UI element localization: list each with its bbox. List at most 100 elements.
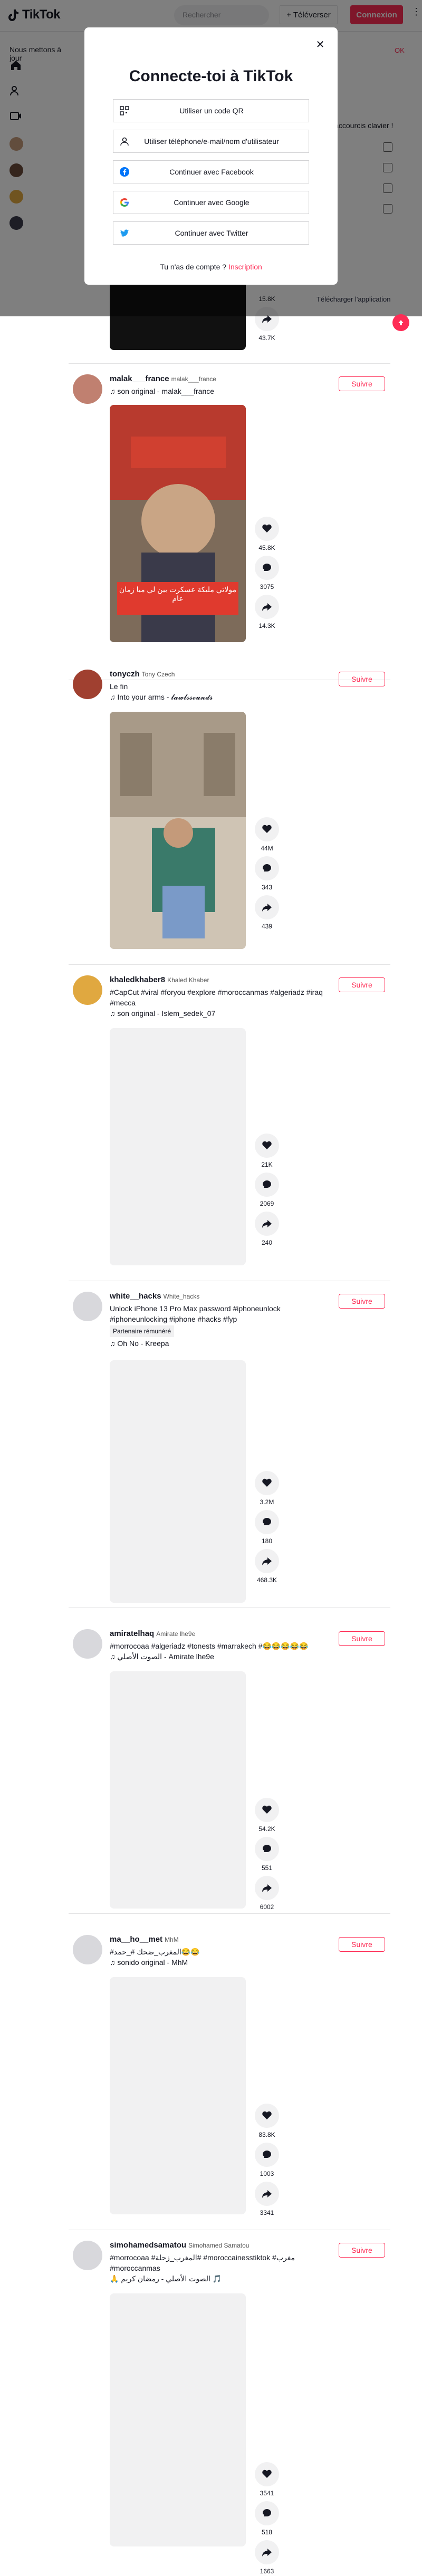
avatar[interactable] xyxy=(73,374,102,404)
twitter-login-option[interactable]: Continuer avec Twitter xyxy=(113,221,309,245)
follow-button[interactable]: Suivre xyxy=(339,672,385,686)
feed-post: ma__ho__met MhM #المغرب_ضحك #_حمد😂😂 ♫ soni… xyxy=(69,1924,390,2230)
post-description: #CapCut #viral #foryou #explore #morocca… xyxy=(110,987,331,1019)
post-nickname: Simohamed Samatou xyxy=(188,2242,250,2249)
avatar[interactable] xyxy=(73,1629,102,1659)
modal-title: Connecte-toi à TikTok xyxy=(129,67,293,85)
share-button[interactable] xyxy=(255,595,279,619)
scroll-to-top-button[interactable] xyxy=(392,314,409,331)
video-player[interactable]: مولاتي مليكة عسكرت بين لي ميا زمان عام xyxy=(110,405,246,642)
share-count: 468.3K xyxy=(256,1576,277,1584)
avatar[interactable] xyxy=(73,1292,102,1321)
follow-button[interactable]: Suivre xyxy=(339,2243,385,2258)
share-icon xyxy=(262,1220,272,1228)
signup-link[interactable]: Inscription xyxy=(228,263,262,271)
like-button[interactable] xyxy=(255,517,279,541)
post-actions: 21K 2069 240 xyxy=(254,1134,280,1247)
google-login-option[interactable]: Continuer avec Google xyxy=(113,191,309,214)
share-icon xyxy=(262,603,272,611)
music-link[interactable]: 🙏 الصوت الأصلي - رمضان كريم 🎵 xyxy=(110,2273,331,2284)
like-button[interactable] xyxy=(255,2462,279,2486)
post-actions: 54.2K 551 6002 xyxy=(254,1798,280,1912)
post-username[interactable]: malak___france malak___france xyxy=(110,374,216,383)
share-count: 43.7K xyxy=(258,334,275,342)
google-icon xyxy=(120,198,129,207)
music-link[interactable]: ♫ Into your arms - 𝓵𝓪𝔀𝓵𝓼𝓼𝓸𝓾𝓷𝓭𝓼 xyxy=(110,692,331,702)
share-count: 439 xyxy=(261,923,273,930)
comment-icon xyxy=(263,1180,271,1188)
share-button[interactable] xyxy=(255,2182,279,2206)
heart-icon xyxy=(262,524,272,532)
share-count: 6002 xyxy=(260,1903,274,1911)
comment-count: 518 xyxy=(261,2529,273,2536)
post-nickname: Tony Czech xyxy=(141,671,175,678)
post-username[interactable]: white__hacks White_hacks xyxy=(110,1292,199,1301)
phone-email-login-option[interactable]: Utiliser téléphone/e-mail/nom d'utilisat… xyxy=(113,130,309,153)
download-app-link[interactable]: Télécharger l'application xyxy=(316,295,391,303)
signup-prompt: Tu n'as de compte ? Inscription xyxy=(84,263,338,271)
post-username[interactable]: ma__ho__met MhM xyxy=(110,1935,179,1944)
post-username[interactable]: simohamedsamatou Simohamed Samatou xyxy=(110,2241,249,2250)
like-button[interactable] xyxy=(255,1471,279,1495)
like-count: 54.2K xyxy=(258,1825,275,1833)
comment-button[interactable] xyxy=(255,1510,279,1534)
post-description: #المغرب_ضحك #_حمد😂😂 ♫ sonido original - M… xyxy=(110,1946,331,1968)
music-link[interactable]: ♫ son original - Islem_sedek_07 xyxy=(110,1008,331,1019)
post-actions: 3.2M 180 468.3K xyxy=(254,1471,280,1585)
video-thumbnail xyxy=(110,712,246,949)
post-username[interactable]: khaledkhaber8 Khaled Khaber xyxy=(110,975,209,984)
close-icon[interactable]: ✕ xyxy=(312,38,328,54)
post-nickname: malak___france xyxy=(171,375,216,383)
comment-button[interactable] xyxy=(255,556,279,580)
feed-post: simohamedsamatou Simohamed Samatou #morro… xyxy=(69,2230,390,2575)
avatar[interactable] xyxy=(73,1935,102,1964)
video-player[interactable] xyxy=(110,1977,246,2214)
comment-button[interactable] xyxy=(255,1173,279,1197)
follow-button[interactable]: Suivre xyxy=(339,376,385,391)
like-button[interactable] xyxy=(255,2104,279,2128)
video-player[interactable] xyxy=(110,1028,246,1265)
post-nickname: White_hacks xyxy=(163,1293,200,1300)
post-username[interactable]: amiratelhaq Amirate lhe9e xyxy=(110,1629,195,1638)
video-player[interactable] xyxy=(110,1360,246,1603)
feed-post: malak___france malak___france ♫ son origi… xyxy=(69,364,390,680)
follow-button[interactable]: Suivre xyxy=(339,1294,385,1309)
facebook-login-option[interactable]: Continuer avec Facebook xyxy=(113,160,309,183)
share-count: 1663 xyxy=(260,2568,274,2575)
follow-button[interactable]: Suivre xyxy=(339,977,385,992)
music-link[interactable]: ♫ الصوت الأصلي - Amirate lhe9e xyxy=(110,1651,331,1662)
share-button[interactable] xyxy=(255,2540,279,2564)
comment-icon xyxy=(263,864,271,871)
music-link[interactable]: ♫ Oh No - Kreepa xyxy=(110,1338,331,1349)
qr-login-option[interactable]: Utiliser un code QR xyxy=(113,99,309,122)
video-caption: مولاتي مليكة عسكرت بين لي ميا زمان عام xyxy=(117,582,238,615)
share-button[interactable] xyxy=(255,1212,279,1236)
share-button[interactable] xyxy=(255,895,279,919)
google-login-label: Continuer avec Google xyxy=(174,198,250,207)
user-icon xyxy=(120,137,129,146)
comment-button[interactable] xyxy=(255,2143,279,2167)
avatar[interactable] xyxy=(73,670,102,699)
music-link[interactable]: ♫ sonido original - MhM xyxy=(110,1957,331,1968)
like-button[interactable] xyxy=(255,817,279,841)
post-description: #morrocoaa #المغرب_زحلة# #moroccainessti… xyxy=(110,2252,331,2284)
share-button[interactable] xyxy=(255,1876,279,1900)
heart-icon xyxy=(262,2111,272,2119)
video-player[interactable] xyxy=(110,2293,246,2546)
video-player[interactable] xyxy=(110,1671,246,1909)
video-player[interactable] xyxy=(110,712,246,949)
heart-icon xyxy=(262,1805,272,1814)
avatar[interactable] xyxy=(73,975,102,1005)
avatar[interactable] xyxy=(73,2241,102,2270)
music-link[interactable]: ♫ son original - malak___france xyxy=(110,386,331,396)
like-button[interactable] xyxy=(255,1134,279,1158)
follow-button[interactable]: Suivre xyxy=(339,1631,385,1646)
share-button[interactable] xyxy=(255,1549,279,1573)
post-username[interactable]: tonyczh Tony Czech xyxy=(110,670,175,679)
facebook-icon xyxy=(120,167,129,177)
comment-button[interactable] xyxy=(255,856,279,880)
comment-button[interactable] xyxy=(255,1837,279,1861)
comment-button[interactable] xyxy=(255,2501,279,2525)
like-button[interactable] xyxy=(255,1798,279,1822)
follow-button[interactable]: Suivre xyxy=(339,1937,385,1952)
